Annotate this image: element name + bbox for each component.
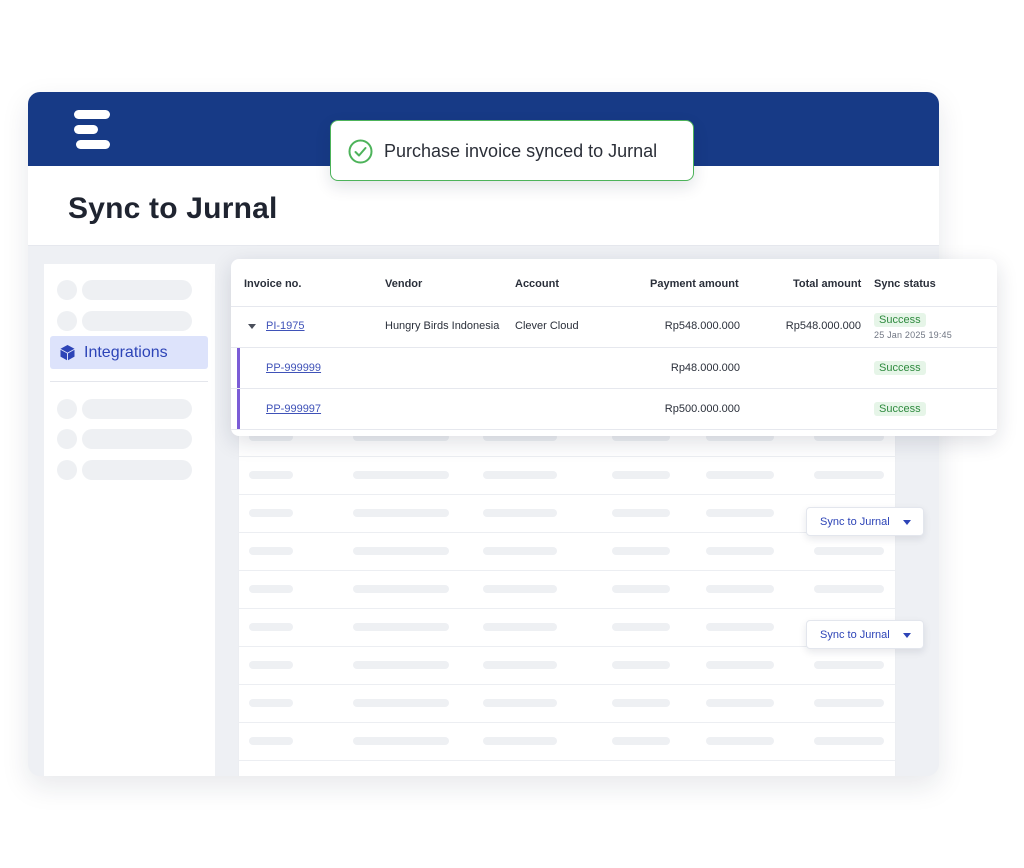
caret-down-icon[interactable] [248, 324, 256, 329]
invoice-table-card: Invoice no. Vendor Account Payment amoun… [231, 259, 997, 436]
skeleton-cell [706, 737, 774, 745]
skeleton-cell [706, 509, 774, 517]
invoice-link[interactable]: PP-999997 [266, 403, 321, 415]
status-badge: Success [874, 313, 926, 327]
skeleton-row [239, 685, 895, 723]
sidebar-item-integrations[interactable]: Integrations [50, 336, 208, 369]
skeleton-cell [353, 585, 449, 593]
skeleton-cell [612, 547, 670, 555]
cube-icon [60, 345, 75, 361]
stage: Sync to Jurnal Integrations Sync to Jurn… [0, 0, 1024, 868]
skeleton-cell [814, 699, 884, 707]
skeleton-cell [706, 699, 774, 707]
table-row[interactable]: PP-999999 Rp48.000.000 Success [231, 348, 997, 389]
table-header: Invoice no. Vendor Account Payment amoun… [231, 259, 997, 307]
payment-amount-cell: Rp548.000.000 [664, 320, 740, 332]
skeleton-cell [249, 509, 293, 517]
skeleton-cell [483, 509, 557, 517]
invoice-link[interactable]: PP-999999 [266, 362, 321, 374]
skeleton-cell [249, 661, 293, 669]
skeleton-row [239, 457, 895, 495]
column-header-payment: Payment amount [650, 278, 739, 290]
skeleton-cell [249, 471, 293, 479]
skeleton-cell [706, 623, 774, 631]
skeleton-cell [814, 661, 884, 669]
skeleton-row [239, 571, 895, 609]
skeleton-cell [612, 737, 670, 745]
skeleton-cell [483, 737, 557, 745]
sync-to-jurnal-dropdown[interactable]: Sync to Jurnal [806, 620, 924, 649]
sync-to-jurnal-dropdown[interactable]: Sync to Jurnal [806, 507, 924, 536]
skeleton-cell [483, 699, 557, 707]
check-circle-icon [348, 139, 373, 164]
skeleton-cell [814, 471, 884, 479]
vendor-cell: Hungry Birds Indonesia [385, 320, 500, 332]
skeleton-cell [612, 585, 670, 593]
skeleton-cell [706, 585, 774, 593]
skeleton-row [239, 495, 895, 533]
skeleton-cell [612, 623, 670, 631]
toast-message: Purchase invoice synced to Jurnal [384, 141, 658, 161]
status-badge: Success [874, 361, 926, 375]
skeleton-cell [814, 585, 884, 593]
skeleton-cell [249, 547, 293, 555]
skeleton-cell [483, 661, 557, 669]
skeleton-row [239, 533, 895, 571]
skeleton-cell [249, 585, 293, 593]
skeleton-cell [353, 623, 449, 631]
skeleton-cell [612, 699, 670, 707]
row-accent-bar [237, 389, 240, 429]
skeleton-cell [612, 509, 670, 517]
chevron-down-icon [903, 520, 911, 525]
table-row[interactable]: PP-999997 Rp500.000.000 Success [231, 389, 997, 430]
sidebar-divider [50, 381, 208, 382]
sync-button-label: Sync to Jurnal [820, 516, 890, 528]
skeleton-cell [706, 471, 774, 479]
column-header-account: Account [515, 278, 559, 290]
skeleton-row [239, 723, 895, 761]
skeleton-cell [249, 623, 293, 631]
skeleton-cell [483, 585, 557, 593]
page-title: Sync to Jurnal [68, 192, 278, 225]
skeleton-row [239, 609, 895, 647]
payment-amount-cell: Rp500.000.000 [664, 403, 740, 415]
sync-timestamp: 25 Jan 2025 19:45 [874, 330, 952, 340]
sidebar-item-label: Integrations [84, 344, 168, 361]
skeleton-cell [483, 471, 557, 479]
skeleton-cell [353, 547, 449, 555]
chevron-down-icon [903, 633, 911, 638]
skeleton-cell [814, 737, 884, 745]
sidebar: Integrations [44, 264, 215, 776]
column-header-sync-status: Sync status [874, 278, 936, 290]
skeleton-cell [249, 737, 293, 745]
skeleton-cell [353, 661, 449, 669]
success-toast: Purchase invoice synced to Jurnal [330, 120, 694, 181]
sync-button-label: Sync to Jurnal [820, 629, 890, 641]
total-amount-cell: Rp548.000.000 [785, 320, 861, 332]
skeleton-cell [353, 699, 449, 707]
payment-amount-cell: Rp48.000.000 [670, 362, 740, 374]
row-accent-bar [237, 348, 240, 388]
skeleton-cell [353, 509, 449, 517]
skeleton-cell [814, 547, 884, 555]
account-cell: Clever Cloud [515, 320, 579, 332]
table-row[interactable]: PI-1975 Hungry Birds Indonesia Clever Cl… [231, 307, 997, 348]
skeleton-cell [483, 623, 557, 631]
invoice-link[interactable]: PI-1975 [266, 320, 305, 332]
logo-icon[interactable] [74, 110, 114, 150]
column-header-invoice: Invoice no. [244, 278, 302, 290]
skeleton-row [239, 647, 895, 685]
skeleton-cell [612, 661, 670, 669]
skeleton-cell [483, 547, 557, 555]
column-header-vendor: Vendor [385, 278, 423, 290]
skeleton-cell [249, 699, 293, 707]
background-table [238, 422, 896, 776]
skeleton-cell [612, 471, 670, 479]
skeleton-cell [706, 661, 774, 669]
column-header-total: Total amount [793, 278, 862, 290]
skeleton-cell [353, 737, 449, 745]
skeleton-cell [353, 471, 449, 479]
skeleton-cell [706, 547, 774, 555]
status-badge: Success [874, 402, 926, 416]
